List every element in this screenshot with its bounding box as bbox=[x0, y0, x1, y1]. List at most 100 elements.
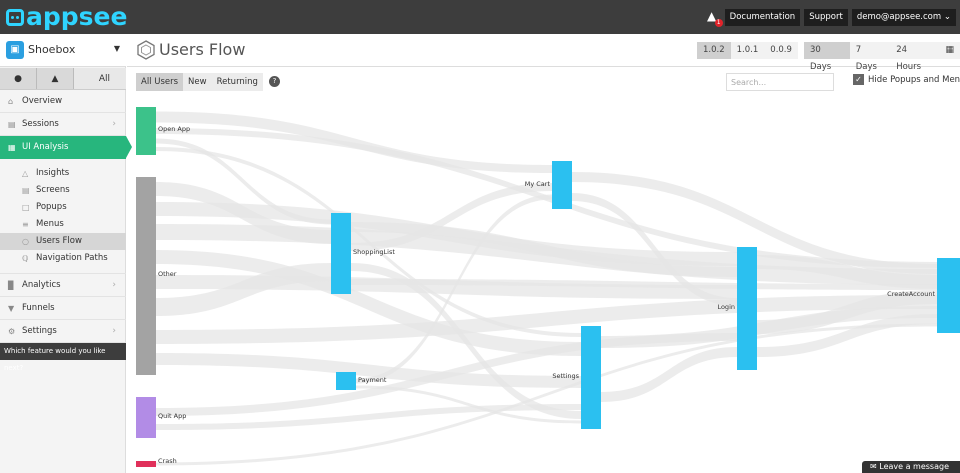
flow-icon: ○ bbox=[22, 237, 29, 246]
flow-link[interactable] bbox=[351, 222, 737, 277]
flow-node-label: ShoppingList bbox=[353, 248, 395, 256]
leave-message-label: Leave a message bbox=[879, 462, 949, 471]
bar-chart-icon: ▉ bbox=[8, 280, 15, 290]
title-row: Users Flow 1.0.2 1.0.1 0.0.9 30 Days 7 D… bbox=[127, 34, 960, 72]
platform-ios[interactable]: ● bbox=[0, 68, 37, 89]
chat-icon: ✉ bbox=[870, 462, 877, 471]
alert-badge: 1 bbox=[714, 19, 723, 27]
range-button[interactable]: 7 Days bbox=[849, 42, 891, 72]
sidebar-item-label: Analytics bbox=[22, 279, 61, 290]
flow-node-label: Crash bbox=[158, 457, 177, 465]
hide-popups-label: Hide Popups and Menus bbox=[868, 74, 960, 85]
flow-node-my-cart[interactable] bbox=[552, 161, 572, 209]
flow-node-other[interactable] bbox=[136, 177, 156, 375]
flow-node-label: Payment bbox=[358, 376, 387, 384]
menu-icon: ≡ bbox=[22, 220, 29, 229]
chevron-right-icon: › bbox=[112, 118, 116, 129]
filter-row: All Users New Returning ? ✓ Hide Popups … bbox=[127, 67, 960, 97]
sidebar-item-sessions[interactable]: ▤ Sessions › bbox=[0, 113, 126, 136]
top-actions: ▲ 1 Documentation Support demo@appsee.co… bbox=[703, 9, 956, 27]
top-bar: appsee ▲ 1 Documentation Support demo@ap… bbox=[0, 0, 960, 34]
feature-feedback-link[interactable]: Which feature would you like next? bbox=[0, 343, 126, 372]
flow-node-open-app[interactable] bbox=[136, 107, 156, 155]
sidebar-subitem-label: Insights bbox=[36, 168, 70, 178]
version-button[interactable]: 1.0.2 bbox=[697, 42, 731, 59]
documentation-link[interactable]: Documentation bbox=[724, 9, 801, 26]
sidebar-subitem-screens[interactable]: ▤ Screens bbox=[0, 182, 126, 199]
app-selector[interactable]: ▣ Shoebox ▼ bbox=[0, 34, 126, 67]
filter-all-users[interactable]: All Users bbox=[136, 73, 184, 91]
apple-icon: ● bbox=[14, 74, 22, 84]
chevron-right-icon: › bbox=[112, 279, 116, 290]
main-content: Users Flow 1.0.2 1.0.1 0.0.9 30 Days 7 D… bbox=[127, 34, 960, 473]
grid-icon: ▦ bbox=[8, 143, 16, 152]
flow-node-label: CreateAccount bbox=[887, 290, 935, 298]
sidebar-subitem-users-flow[interactable]: ○ Users Flow bbox=[0, 233, 126, 250]
help-icon[interactable]: ? bbox=[269, 76, 280, 87]
sidebar-subitem-label: Menus bbox=[36, 219, 64, 229]
platform-switcher: ● ▲ All bbox=[0, 68, 126, 90]
flow-node-settings[interactable] bbox=[581, 326, 601, 429]
flow-node-label: Open App bbox=[158, 125, 190, 133]
popup-icon: □ bbox=[22, 203, 30, 212]
range-button[interactable]: 24 Hours bbox=[890, 42, 940, 72]
filter-returning[interactable]: Returning bbox=[212, 73, 263, 91]
calendar-button[interactable]: ▦ bbox=[939, 42, 960, 59]
sidebar-subitem-label: Screens bbox=[36, 185, 70, 195]
leave-message-button[interactable]: ✉ Leave a message bbox=[862, 461, 960, 473]
sidebar-item-label: Sessions bbox=[22, 118, 59, 129]
sidebar-item-label: UI Analysis bbox=[22, 142, 69, 152]
screen-icon: ▤ bbox=[22, 186, 30, 195]
app-name: Shoebox bbox=[28, 43, 76, 56]
sidebar-subitem-label: Navigation Paths bbox=[36, 253, 108, 263]
date-range-selector: 30 Days 7 Days 24 Hours ▦ bbox=[804, 42, 960, 72]
support-link[interactable]: Support bbox=[804, 9, 848, 26]
version-button[interactable]: 0.0.9 bbox=[764, 42, 798, 59]
home-icon: ⌂ bbox=[8, 96, 14, 106]
sidebar-subitem-insights[interactable]: △ Insights bbox=[0, 165, 126, 182]
flow-node-crash[interactable] bbox=[136, 461, 156, 467]
sidebar-subitem-label: Users Flow bbox=[36, 236, 82, 246]
version-button[interactable]: 1.0.1 bbox=[730, 42, 765, 59]
user-menu[interactable]: demo@appsee.com ⌄ bbox=[851, 9, 956, 26]
caret-down-icon: ▼ bbox=[113, 44, 120, 53]
android-icon: ▲ bbox=[51, 74, 59, 84]
flow-node-quit-app[interactable] bbox=[136, 397, 156, 438]
film-icon: ▤ bbox=[8, 119, 16, 129]
range-button[interactable]: 30 Days bbox=[804, 42, 850, 72]
flow-node-shoppinglist[interactable] bbox=[331, 213, 351, 294]
flow-node-payment[interactable] bbox=[336, 372, 356, 390]
sidebar-item-analytics[interactable]: ▉ Analytics › bbox=[0, 274, 126, 297]
flow-node-login[interactable] bbox=[737, 247, 757, 370]
sidebar-item-label: Settings bbox=[22, 325, 57, 336]
sidebar-subitem-menus[interactable]: ≡ Menus bbox=[0, 216, 126, 233]
filter-new[interactable]: New bbox=[183, 73, 212, 91]
search-input[interactable] bbox=[726, 73, 834, 91]
logo-icon bbox=[6, 8, 24, 26]
flow-link[interactable] bbox=[156, 111, 552, 174]
flask-icon: △ bbox=[22, 169, 29, 178]
sidebar-subitem-popups[interactable]: □ Popups bbox=[0, 199, 126, 216]
flow-node-label: Settings bbox=[552, 372, 579, 380]
sidebar-item-settings[interactable]: ⚙ Settings › bbox=[0, 320, 126, 343]
ui-analysis-submenu: △ Insights ▤ Screens □ Popups ≡ Menus ○ … bbox=[0, 159, 126, 274]
sidebar-subitem-label: Popups bbox=[36, 202, 67, 212]
appsee-logo[interactable]: appsee bbox=[6, 4, 127, 30]
flow-node-label: Login bbox=[717, 303, 735, 311]
checkbox-checked-icon[interactable]: ✓ bbox=[853, 74, 864, 85]
platform-all[interactable]: All bbox=[74, 68, 126, 89]
flow-node-label: Other bbox=[158, 270, 177, 278]
user-segment-filter: All Users New Returning bbox=[136, 73, 263, 91]
alert-button[interactable]: ▲ 1 bbox=[703, 9, 723, 27]
sidebar-item-funnels[interactable]: ▼ Funnels bbox=[0, 297, 126, 320]
gear-icon: ⚙ bbox=[8, 326, 16, 336]
sidebar-item-ui-analysis[interactable]: ▦ UI Analysis bbox=[0, 136, 132, 159]
funnel-icon: ▼ bbox=[8, 303, 15, 313]
platform-android[interactable]: ▲ bbox=[37, 68, 74, 89]
calendar-icon: ▦ bbox=[945, 45, 954, 55]
sidebar-subitem-navigation-paths[interactable]: ℚ Navigation Paths bbox=[0, 250, 126, 267]
sidebar-item-overview[interactable]: ⌂ Overview bbox=[0, 90, 126, 113]
hide-popups-toggle[interactable]: ✓ Hide Popups and Menus bbox=[853, 74, 960, 85]
flow-node-createaccount[interactable] bbox=[937, 258, 960, 333]
flow-node-label: My Cart bbox=[525, 180, 551, 188]
